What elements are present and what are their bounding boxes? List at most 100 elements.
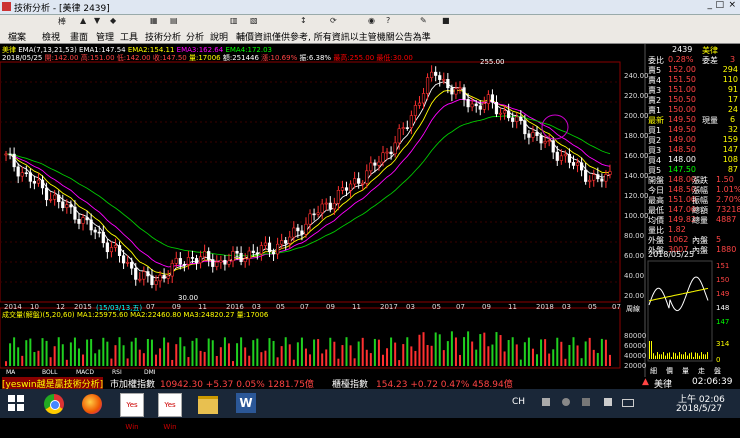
file-explorer-icon[interactable]	[198, 396, 218, 414]
toolbar-btn-1[interactable]: ▲	[80, 16, 86, 27]
tray-app2-icon[interactable]	[582, 398, 590, 406]
weekly-tab[interactable]: 周線	[626, 304, 640, 314]
volume-bar	[73, 337, 76, 366]
toolbar-btn-3[interactable]: ◆	[110, 16, 116, 27]
candle-body	[288, 236, 292, 244]
toolbar-btn-10[interactable]: ◉	[368, 16, 375, 27]
candle-body	[284, 240, 288, 244]
firefox-icon[interactable]	[82, 394, 102, 414]
candle-body	[511, 117, 515, 122]
toolbar-btn-6[interactable]: ▥	[230, 16, 238, 27]
menu-file[interactable]: 檔案	[8, 30, 26, 43]
toolbar-btn-11[interactable]: ?	[386, 16, 390, 27]
tab-ma[interactable]: MA	[6, 369, 15, 376]
start-button[interactable]	[8, 395, 24, 411]
toolbar-btn-12[interactable]: ✎	[420, 16, 427, 27]
menu-help[interactable]: 說明	[210, 30, 228, 43]
volume-bar	[414, 350, 417, 366]
clock-date[interactable]: 2018/5/27	[676, 404, 722, 414]
volume-bar	[454, 337, 457, 366]
price-axis-label: 20.00	[624, 292, 645, 300]
tab-rsi[interactable]: RSI	[112, 369, 122, 376]
battery-icon[interactable]	[622, 399, 634, 407]
volume-bar	[252, 340, 255, 366]
toolbar-btn-13[interactable]: ■	[442, 16, 450, 27]
toolbar-btn-5[interactable]: ▤	[170, 16, 178, 27]
volume-bar	[600, 338, 603, 366]
mini-axis-151: 151	[716, 262, 730, 270]
candle-body	[466, 99, 470, 108]
candle-body	[442, 78, 446, 81]
candle-body	[65, 204, 69, 208]
chrome-icon[interactable]	[44, 394, 64, 414]
chart-area[interactable]: 美律 EMA(7,13,21,53) EMA1:147.54 EMA2:154.…	[0, 44, 740, 377]
volume-bar	[576, 345, 579, 366]
menu-tools[interactable]: 工具	[120, 30, 138, 43]
toolbar-btn-7[interactable]: ▧	[250, 16, 258, 27]
minimize-button[interactable]: _	[708, 0, 713, 10]
candle-body	[531, 132, 535, 138]
volume-bar	[390, 337, 393, 366]
close-button[interactable]: ×	[728, 0, 736, 10]
toolbar-btn-9[interactable]: ⟳	[330, 16, 337, 27]
quote-stat-rv: 4887	[716, 215, 737, 224]
volume-bar	[77, 348, 80, 366]
quote-row-price: 152.00	[668, 65, 696, 74]
network-icon[interactable]	[542, 398, 550, 406]
candle-body	[251, 250, 255, 253]
quote-row-price: 150.00	[668, 105, 696, 114]
mini-volume-bar	[701, 352, 702, 359]
menu-screen[interactable]: 畫面	[70, 30, 88, 43]
volume-bar	[163, 337, 166, 366]
toolbar-btn-4[interactable]: ▦	[150, 16, 158, 27]
volume-bar	[272, 340, 275, 366]
tab-dmi[interactable]: DMI	[144, 369, 156, 376]
quote-row-volume: 87	[727, 165, 738, 174]
candle-body	[97, 231, 101, 234]
candle-body	[559, 155, 563, 161]
volume-bar	[373, 338, 376, 366]
volume-icon[interactable]	[604, 398, 612, 406]
time-axis-label: 07	[456, 303, 465, 311]
tray-app-icon[interactable]	[562, 398, 570, 406]
volume-bar	[406, 337, 409, 366]
quote-tab-price[interactable]: 價	[666, 366, 673, 376]
tray-icons[interactable]	[532, 398, 642, 408]
quote-tab-volume[interactable]: 量	[682, 366, 689, 376]
toolbar-btn-8[interactable]: ↕	[300, 16, 307, 27]
word-icon[interactable]: W	[236, 393, 256, 413]
volume-bar	[49, 357, 52, 366]
quote-row-price: 149.50	[668, 125, 696, 134]
candle-body	[130, 262, 134, 269]
maximize-button[interactable]: □	[715, 0, 724, 10]
lang-indicator[interactable]: CH	[512, 397, 525, 407]
quote-tab-board[interactable]: 盤	[714, 366, 721, 376]
candle-body	[519, 116, 523, 121]
toolbar-btn-2[interactable]: ▼	[94, 16, 100, 27]
yeswin-app-1-icon[interactable]: Yes Win	[120, 393, 144, 431]
menu-tech-analysis[interactable]: 技術分析	[145, 30, 181, 43]
volume-bar	[45, 340, 48, 366]
volume-bar	[317, 339, 320, 366]
windows-logo-icon	[8, 395, 24, 411]
volume-bar	[5, 361, 8, 366]
menu-manage[interactable]: 管理	[96, 30, 114, 43]
yeswin-app-2-icon[interactable]: Yes Win	[158, 393, 182, 431]
volume-bar	[410, 346, 413, 366]
candle-body	[344, 187, 349, 191]
candle-body	[571, 162, 576, 166]
volume-bar	[556, 337, 559, 366]
tab-boll[interactable]: BOLL	[42, 369, 57, 376]
price-axis-label: 240.00	[624, 72, 649, 80]
candle-body	[458, 87, 462, 90]
candle-body	[486, 94, 490, 104]
quote-tab-detail[interactable]: 細	[650, 366, 657, 376]
candle-body	[190, 257, 195, 259]
quote-tab-trend[interactable]: 走	[698, 366, 705, 376]
candle-body	[543, 141, 547, 144]
window-titlebar: 技術分析 - [美律 2439] _ □ ×	[0, 0, 740, 15]
chart-type-button[interactable]: 棒	[58, 16, 66, 27]
menu-view[interactable]: 檢視	[42, 30, 60, 43]
tab-macd[interactable]: MACD	[76, 369, 94, 376]
menu-analysis[interactable]: 分析	[186, 30, 204, 43]
